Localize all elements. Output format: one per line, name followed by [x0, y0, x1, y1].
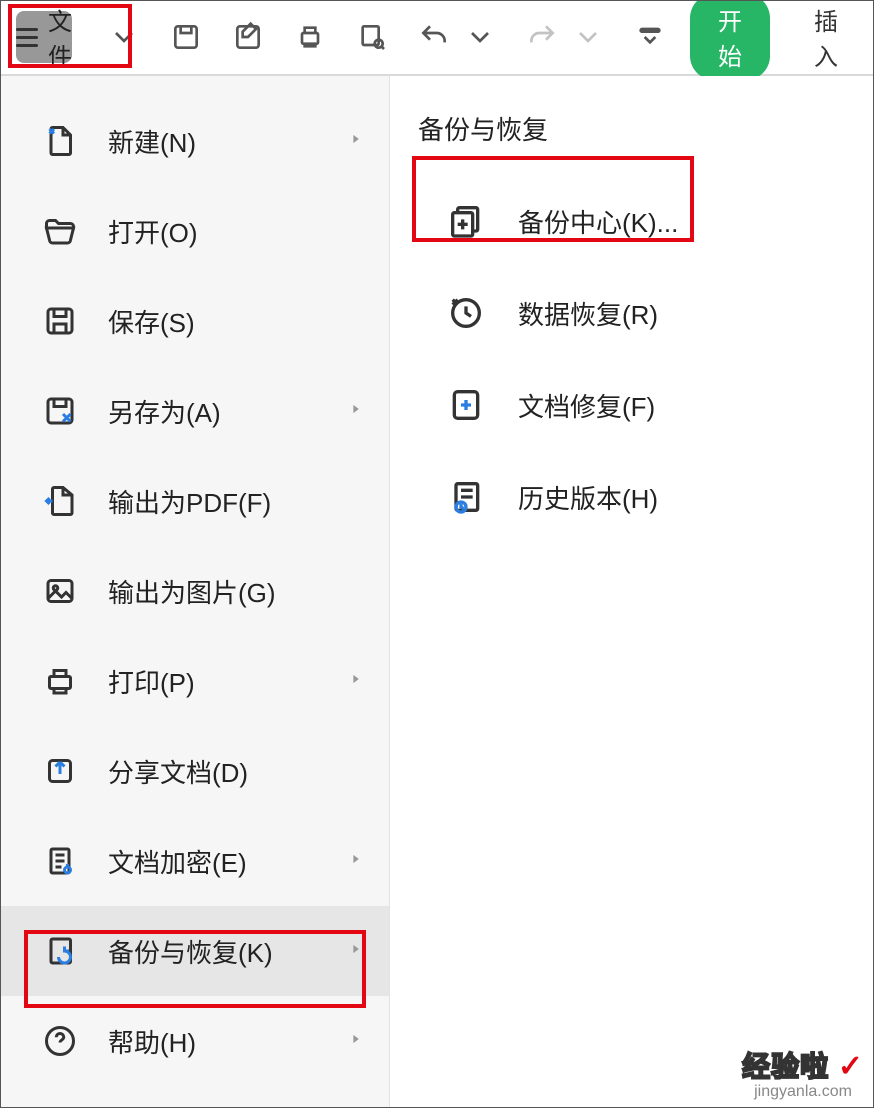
submenu-doc-repair[interactable]: 文档修复(F)	[418, 359, 874, 451]
submenu-history-label: 历史版本(H)	[518, 479, 658, 516]
tab-start-label: 开始	[718, 9, 742, 71]
submenu-doc-repair-label: 文档修复(F)	[518, 387, 655, 424]
submenu-backup-center-label: 备份中心(K)...	[518, 203, 678, 240]
chevron-right-icon	[349, 942, 363, 961]
menu-backup-restore[interactable]: 备份与恢复(K)	[0, 906, 389, 996]
file-button[interactable]: 文件	[16, 11, 72, 63]
print-preview-icon[interactable]	[356, 21, 388, 53]
chevron-right-icon	[349, 672, 363, 691]
menu-new-label: 新建(N)	[108, 123, 196, 160]
menu-help[interactable]: 帮助(H)	[0, 996, 389, 1086]
submenu-data-recovery-label: 数据恢复(R)	[518, 295, 658, 332]
submenu-heading: 备份与恢复	[418, 110, 874, 147]
more-dropdown-icon[interactable]	[634, 21, 666, 53]
menu-save-as-label: 另存为(A)	[108, 393, 221, 430]
submenu-data-recovery[interactable]: 数据恢复(R)	[418, 267, 874, 359]
save-icon	[40, 301, 80, 341]
menu-print-label: 打印(P)	[108, 663, 195, 700]
chevron-right-icon	[349, 132, 363, 151]
backup-center-icon	[444, 199, 488, 243]
watermark-url: jingyanla.com	[742, 1084, 864, 1100]
redo-icon[interactable]	[526, 21, 558, 53]
history-icon	[444, 475, 488, 519]
submenu-backup-center[interactable]: 备份中心(K)...	[418, 175, 874, 267]
menu-export-pdf[interactable]: 输出为PDF(F)	[0, 456, 389, 546]
chevron-right-icon	[349, 1032, 363, 1051]
menu-share[interactable]: 分享文档(D)	[0, 726, 389, 816]
menu-backup-restore-label: 备份与恢复(K)	[108, 933, 273, 970]
menu-export-pdf-label: 输出为PDF(F)	[108, 483, 271, 520]
file-button-label: 文件	[48, 2, 72, 72]
share-icon	[40, 751, 80, 791]
doc-repair-icon	[444, 383, 488, 427]
menu-export-image-label: 输出为图片(G)	[108, 573, 276, 610]
menu-save-as[interactable]: 另存为(A)	[0, 366, 389, 456]
menu-open[interactable]: 打开(O)	[0, 186, 389, 276]
print-icon	[40, 661, 80, 701]
menu-new[interactable]: 新建(N)	[0, 96, 389, 186]
save-as-icon[interactable]	[232, 21, 264, 53]
tab-insert[interactable]: 插入	[814, 2, 838, 72]
help-icon	[40, 1021, 80, 1061]
new-file-icon	[40, 121, 80, 161]
menu-save-label: 保存(S)	[108, 303, 195, 340]
backup-restore-submenu: 备份与恢复 备份中心(K)... 数据恢复(R) 文档修复(F) 历史版本(H)	[390, 76, 874, 1108]
undo-icon[interactable]	[418, 21, 450, 53]
menu-encrypt-label: 文档加密(E)	[108, 843, 247, 880]
export-pdf-icon	[40, 481, 80, 521]
menu-save[interactable]: 保存(S)	[0, 276, 389, 366]
tab-start[interactable]: 开始	[690, 0, 770, 80]
menu-print[interactable]: 打印(P)	[0, 636, 389, 726]
backup-restore-icon	[40, 931, 80, 971]
menu-open-label: 打开(O)	[108, 213, 198, 250]
data-recovery-icon	[444, 291, 488, 335]
chevron-right-icon	[349, 402, 363, 421]
watermark-text: 经验啦	[742, 1051, 829, 1082]
folder-open-icon	[40, 211, 80, 251]
chevron-down-icon[interactable]	[464, 21, 496, 53]
top-toolbar: 文件 开始 插入 页面布局	[0, 0, 874, 76]
save-icon[interactable]	[170, 21, 202, 53]
encrypt-icon	[40, 841, 80, 881]
chevron-down-icon[interactable]	[572, 21, 604, 53]
file-menu-panel: 新建(N) 打开(O) 保存(S) 另存为(A) 输	[0, 76, 390, 1108]
chevron-right-icon	[349, 852, 363, 871]
print-icon[interactable]	[294, 21, 326, 53]
chevron-down-icon[interactable]	[108, 21, 140, 53]
export-image-icon	[40, 571, 80, 611]
menu-encrypt[interactable]: 文档加密(E)	[0, 816, 389, 906]
menu-help-label: 帮助(H)	[108, 1023, 196, 1060]
watermark: 经验啦 ✓ jingyanla.com	[742, 1052, 864, 1100]
submenu-history[interactable]: 历史版本(H)	[418, 451, 874, 543]
checkmark-icon: ✓	[838, 1050, 864, 1083]
menu-share-label: 分享文档(D)	[108, 753, 248, 790]
hamburger-icon	[16, 28, 38, 47]
quick-toolbar-icons	[108, 21, 666, 53]
save-as-icon	[40, 391, 80, 431]
menu-export-image[interactable]: 输出为图片(G)	[0, 546, 389, 636]
